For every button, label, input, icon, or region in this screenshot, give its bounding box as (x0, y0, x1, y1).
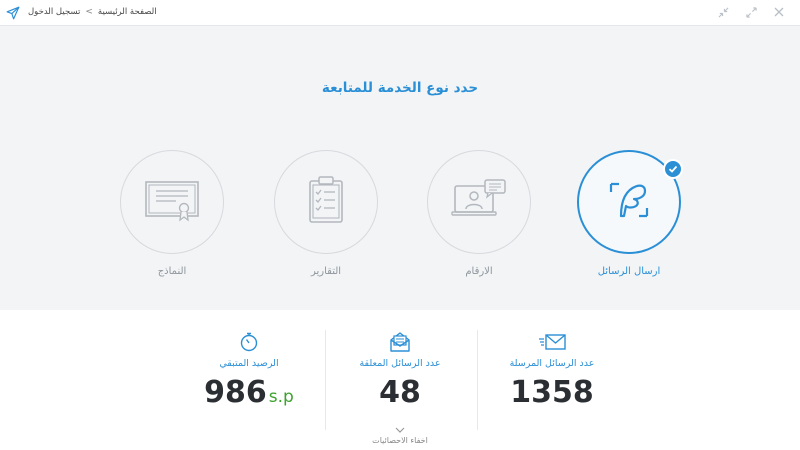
currency-unit: s.p (268, 387, 294, 407)
top-bar: تسجيل الدخول < الصفحة الرئيسية (0, 0, 800, 26)
stat-label: الرصيد المتبقي (219, 358, 279, 369)
window-controls (716, 5, 786, 19)
breadcrumb-home[interactable]: الصفحة الرئيسية (98, 7, 157, 17)
stat-label: عدد الرسائل المرسلة (509, 358, 595, 369)
stat-sent-messages: عدد الرسائل المرسلة 1358 (477, 332, 627, 410)
service-circle[interactable] (120, 150, 224, 254)
stat-label: عدد الرسائل المعلقة (359, 358, 441, 369)
balance-amount: 986 (204, 375, 267, 410)
open-envelope-icon (325, 332, 475, 352)
check-icon (663, 159, 683, 179)
stopwatch-icon (174, 332, 324, 352)
stat-value: 48 (325, 375, 475, 410)
service-label: التقارير (310, 266, 342, 277)
pending-count: 48 (379, 375, 421, 410)
service-forms[interactable]: النماذج (118, 150, 226, 277)
hide-statistics-label: اخفاء الاحصائيات (372, 436, 428, 445)
chevron-left-icon: < (85, 7, 93, 17)
service-label: الارقام (465, 266, 493, 277)
service-reports[interactable]: التقارير (272, 150, 380, 277)
service-circle[interactable] (274, 150, 378, 254)
expand-icon[interactable] (744, 5, 758, 19)
certificate-icon (144, 178, 200, 226)
message-feather-icon (607, 178, 651, 226)
service-label: ارسال الرسائل (597, 266, 661, 277)
service-circle[interactable] (427, 150, 531, 254)
clipboard-checklist-icon (306, 176, 346, 228)
stat-value: 986 s.p (174, 375, 324, 410)
divider (477, 330, 478, 430)
page-title: حدد نوع الخدمة للمتابعة (321, 80, 479, 96)
divider (325, 330, 326, 430)
service-label: النماذج (157, 266, 187, 277)
breadcrumb: تسجيل الدخول < الصفحة الرئيسية (28, 7, 157, 17)
stat-pending-messages: عدد الرسائل المعلقة 48 (325, 332, 475, 410)
hide-statistics-button[interactable]: اخفاء الاحصائيات (0, 426, 800, 445)
statistics-panel: عدد الرسائل المرسلة 1358 عدد الرسائل الم… (0, 310, 800, 450)
collapse-icon[interactable] (716, 5, 730, 19)
envelope-icon (477, 332, 627, 352)
breadcrumb-current[interactable]: تسجيل الدخول (28, 7, 80, 17)
chevron-down-icon (395, 427, 405, 433)
close-icon[interactable] (772, 5, 786, 19)
send-icon[interactable] (4, 4, 22, 22)
service-send-messages[interactable]: ارسال الرسائل (575, 150, 683, 277)
stat-remaining-balance: الرصيد المتبقي 986 s.p (174, 332, 324, 410)
service-numbers[interactable]: الارقام (425, 150, 533, 277)
stat-value: 1358 (477, 375, 627, 410)
video-chat-icon (451, 178, 507, 226)
sent-count: 1358 (510, 375, 594, 410)
